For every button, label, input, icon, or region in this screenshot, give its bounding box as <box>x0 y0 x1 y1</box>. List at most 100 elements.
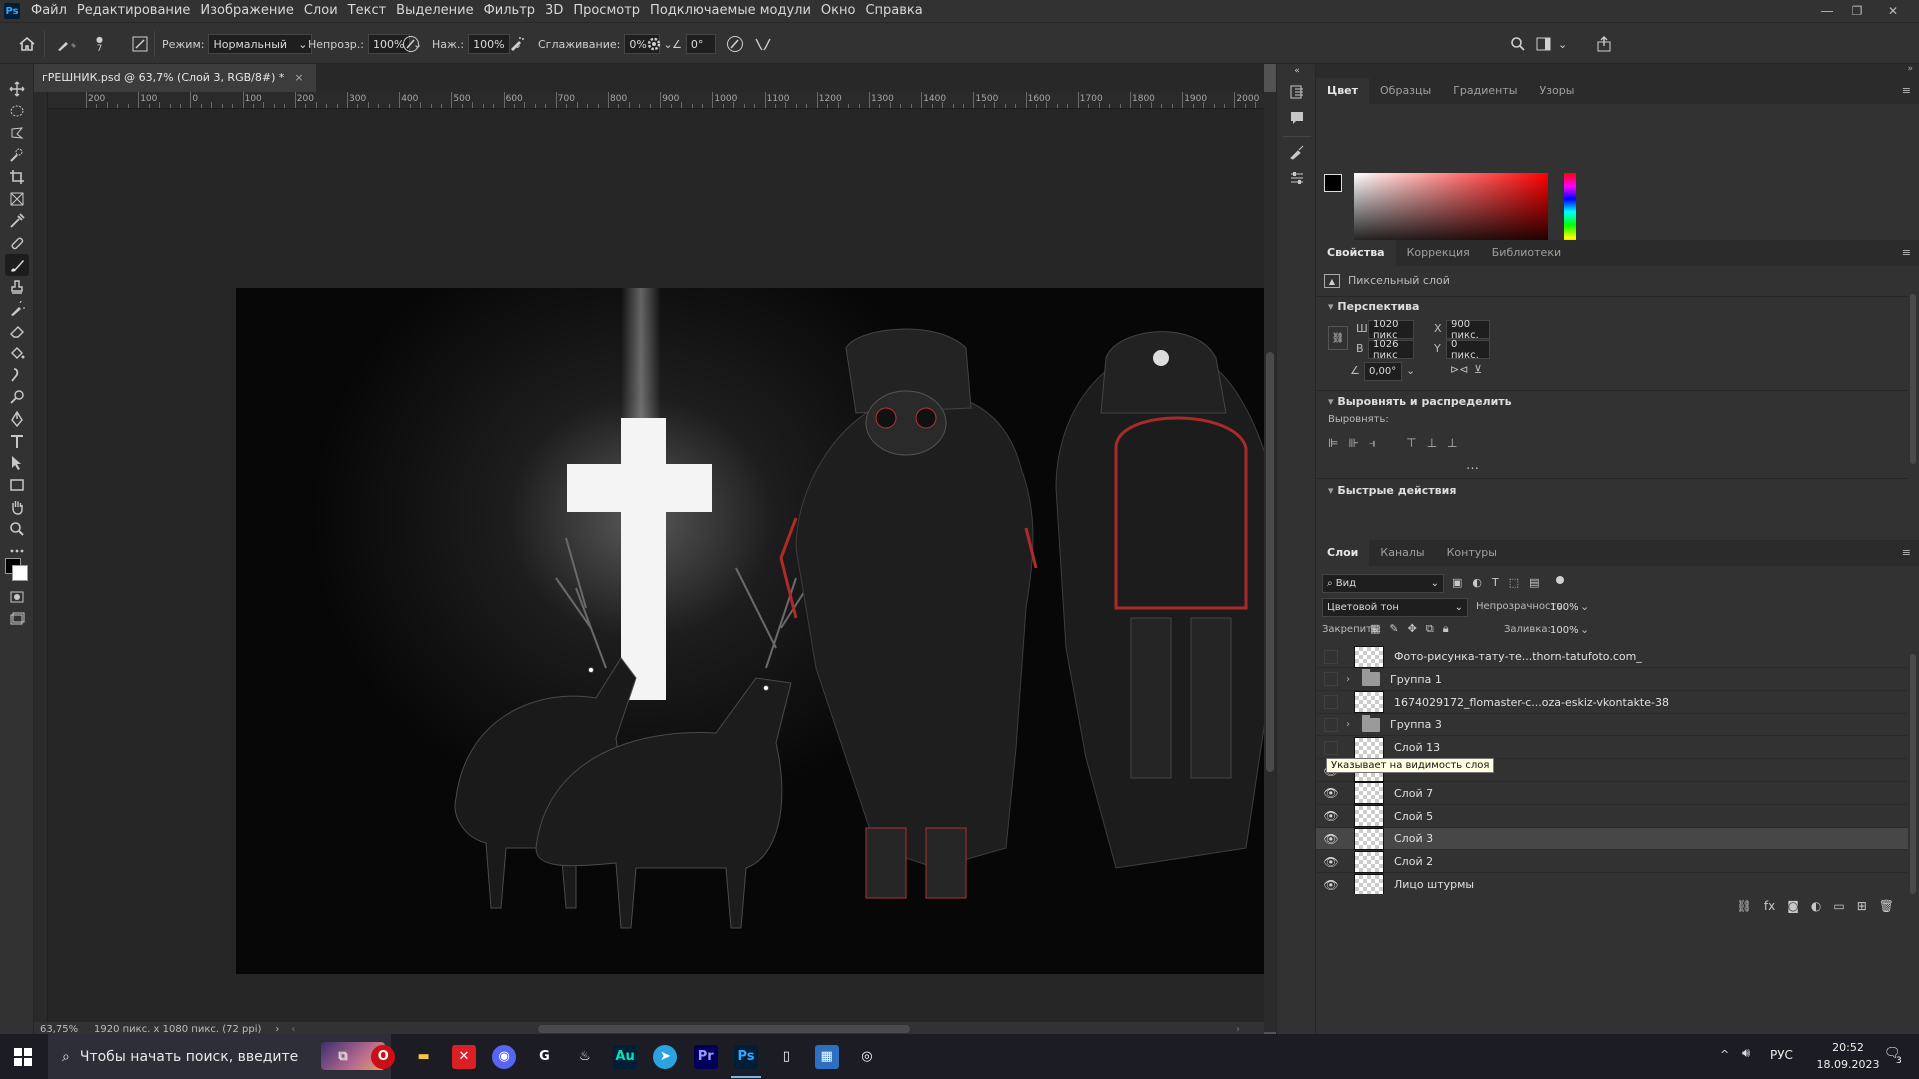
brush-settings-panel-icon[interactable] <box>1287 168 1307 188</box>
file-explorer-icon[interactable]: ▬ <box>405 1040 443 1073</box>
volume-icon[interactable]: 🔊︎ <box>1742 1046 1750 1061</box>
tab-swatches[interactable]: Образцы <box>1369 78 1442 104</box>
align-right-icon[interactable]: ⫣ <box>1369 436 1376 451</box>
eye-visibility-icon[interactable]: 👁︎ <box>1316 878 1346 892</box>
chevron-down-icon[interactable]: ⌄ <box>1558 23 1567 65</box>
panel-menu-icon[interactable]: ≡ <box>1902 546 1911 559</box>
horizontal-scroll-thumb[interactable] <box>538 1025 910 1033</box>
tab-paths[interactable]: Контуры <box>1436 540 1508 566</box>
mode-select[interactable]: Нормальный ⌄ <box>208 34 313 54</box>
gear-icon[interactable] <box>646 23 662 65</box>
eye-visibility-icon[interactable]: 👁︎ <box>1316 855 1346 869</box>
audition-icon[interactable]: Au <box>606 1040 644 1073</box>
lasso-tool-icon[interactable] <box>5 122 29 144</box>
layer-row[interactable]: 👁︎ Слой 5 <box>1316 805 1908 828</box>
menu-edit[interactable]: Редактирование <box>72 0 195 22</box>
tab-properties[interactable]: Свойства <box>1316 240 1396 266</box>
menu-type[interactable]: Текст <box>343 0 392 22</box>
layers-scrollbar[interactable] <box>1910 654 1916 894</box>
menu-file[interactable]: Файл <box>26 0 72 22</box>
chevron-right-icon[interactable]: › <box>1346 719 1358 730</box>
filter-toggle[interactable] <box>1556 576 1564 584</box>
home-icon[interactable] <box>18 23 36 65</box>
premiere-icon[interactable]: Pr <box>687 1040 725 1073</box>
properties-scrollbar[interactable] <box>1910 294 1916 464</box>
new-layer-icon[interactable]: ⊞ <box>1857 899 1867 913</box>
brush-size-picker[interactable]: ● 7 <box>96 23 103 65</box>
tab-patterns[interactable]: Узоры <box>1528 78 1585 104</box>
menu-view[interactable]: Просмотр <box>568 0 645 22</box>
layer-opacity-input[interactable]: 100% <box>1546 598 1580 617</box>
panel-menu-icon[interactable]: ≡ <box>1902 246 1911 259</box>
flip-vertical-icon[interactable]: ⊻ <box>1474 363 1482 376</box>
layer-row[interactable]: 👁︎ Слой 2 <box>1316 850 1908 874</box>
filter-smart-object-icon[interactable]: ▤ <box>1529 576 1539 589</box>
layer-row[interactable]: › Группа 1 <box>1316 669 1908 691</box>
menu-window[interactable]: Окно <box>816 0 861 22</box>
path-selection-tool-icon[interactable] <box>5 452 29 474</box>
eye-visibility-icon[interactable]: 👁︎ <box>1316 809 1346 823</box>
ellipse-marquee-tool-icon[interactable] <box>5 100 29 122</box>
smudge-tool-icon[interactable] <box>5 364 29 386</box>
angle-input[interactable]: 0° <box>685 34 716 54</box>
layer-row[interactable]: 👁︎ Слой 3 <box>1316 827 1908 851</box>
height-input[interactable]: 1026 пикс <box>1368 339 1414 361</box>
visibility-toggle[interactable] <box>1324 740 1338 755</box>
visibility-toggle[interactable] <box>1324 695 1338 710</box>
eye-visibility-icon[interactable]: 👁︎ <box>1316 832 1346 846</box>
lock-transparency-icon[interactable]: ▦ <box>1370 622 1380 636</box>
pen-tool-icon[interactable] <box>5 408 29 430</box>
align-left-icon[interactable]: ⊫ <box>1328 436 1338 451</box>
delete-layer-icon[interactable]: 🗑︎ <box>1879 899 1894 913</box>
more-options-icon[interactable]: … <box>1466 458 1479 473</box>
move-tool-icon[interactable] <box>5 78 29 100</box>
document-tab[interactable]: гРЕШНИК.psd @ 63,7% (Слой 3, RGB/8#) * × <box>34 64 316 92</box>
tab-libraries[interactable]: Библиотеки <box>1481 240 1572 266</box>
restore-button[interactable]: ❐ <box>1842 0 1872 22</box>
visibility-toggle[interactable] <box>1324 672 1338 687</box>
tab-channels[interactable]: Каналы <box>1369 540 1435 566</box>
dodge-tool-icon[interactable] <box>5 386 29 408</box>
vertical-scrollbar[interactable] <box>1264 92 1276 1032</box>
layer-row[interactable]: 👁︎ Лицо штурмы <box>1316 873 1908 894</box>
filter-shape-icon[interactable]: ⬚ <box>1509 576 1519 589</box>
menu-help[interactable]: Справка <box>860 0 927 22</box>
discord-icon[interactable]: ◉ <box>485 1040 523 1073</box>
close-window-button[interactable]: ✕ <box>1878 0 1908 22</box>
pressure-size-icon[interactable] <box>726 23 744 65</box>
layer-row[interactable]: 1674029172_flomaster-c...oza-eskiz-vkont… <box>1316 691 1908 714</box>
new-adjustment-icon[interactable]: ◐ <box>1811 899 1821 913</box>
menu-3d[interactable]: 3D <box>540 0 568 22</box>
menu-plugins[interactable]: Подключаемые модули <box>645 0 816 22</box>
lock-artboard-icon[interactable]: ⧉ <box>1426 622 1434 636</box>
chevron-down-icon[interactable]: ⌄ <box>1580 623 1589 636</box>
lock-all-icon[interactable]: 🔒︎ <box>1443 622 1449 636</box>
align-bottom-icon[interactable]: ⊥ <box>1447 436 1457 451</box>
windows-start-icon[interactable] <box>4 1040 42 1073</box>
link-layers-icon[interactable]: ⛓ <box>1737 899 1752 913</box>
layer-row[interactable]: › Группа 3 <box>1316 714 1908 737</box>
quick-mask-icon[interactable] <box>5 586 29 608</box>
tab-adjustments[interactable]: Коррекция <box>1396 240 1481 266</box>
paint-bucket-tool-icon[interactable] <box>5 342 29 364</box>
github-icon[interactable]: G <box>526 1040 564 1073</box>
history-icon[interactable] <box>1287 82 1307 102</box>
align-center-h-icon[interactable]: ⊪ <box>1348 436 1358 451</box>
chevron-down-icon[interactable]: ⌄ <box>1406 364 1415 377</box>
fill-input[interactable]: 100% <box>1546 621 1580 640</box>
steam-icon[interactable]: ♨ <box>566 1040 604 1073</box>
tray-chevron-icon[interactable]: ^ <box>1720 1048 1729 1061</box>
history-brush-tool-icon[interactable] <box>5 298 29 320</box>
filter-type-icon[interactable]: T <box>1492 576 1499 589</box>
search-icon[interactable] <box>1510 23 1526 65</box>
symmetry-icon[interactable] <box>754 23 772 65</box>
hand-tool-icon[interactable] <box>5 496 29 518</box>
tab-color[interactable]: Цвет <box>1316 78 1370 104</box>
eraser-tool-icon[interactable] <box>5 320 29 342</box>
collapse-dock-icon[interactable]: « <box>1287 64 1307 78</box>
minimize-button[interactable]: ― <box>1812 0 1842 22</box>
chevron-right-icon[interactable]: › <box>1346 674 1358 685</box>
layer-style-icon[interactable]: fx <box>1764 899 1775 913</box>
menu-layers[interactable]: Слои <box>299 0 343 22</box>
opera-icon[interactable]: O <box>364 1040 402 1073</box>
